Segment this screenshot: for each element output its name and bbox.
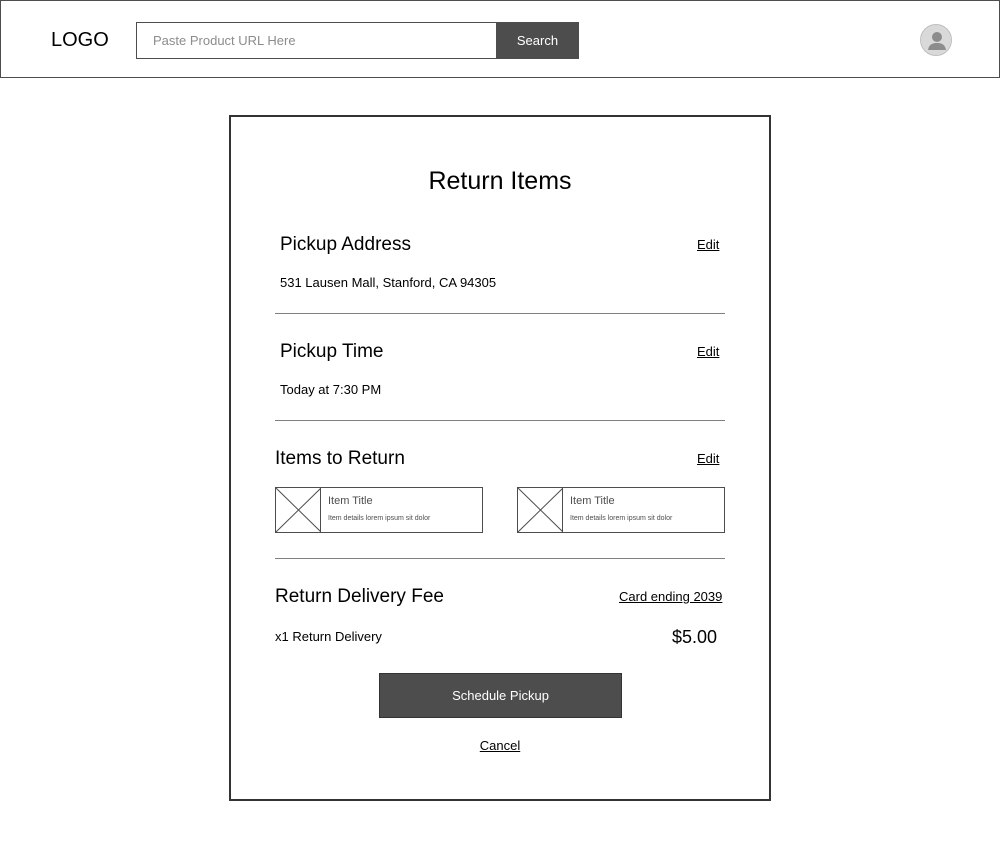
schedule-pickup-button[interactable]: Schedule Pickup bbox=[379, 673, 622, 718]
return-item-card[interactable]: Item Title Item details lorem ipsum sit … bbox=[275, 487, 483, 533]
search-input[interactable] bbox=[136, 22, 497, 59]
delivery-line-label: x1 Return Delivery bbox=[275, 629, 382, 644]
pickup-time-heading: Pickup Time bbox=[280, 341, 384, 362]
logo[interactable]: LOGO bbox=[51, 29, 109, 52]
return-items-card: Return Items Pickup Address Edit 531 Lau… bbox=[229, 115, 771, 801]
item-title: Item Title bbox=[570, 495, 615, 507]
image-placeholder-icon bbox=[517, 487, 564, 533]
pickup-time-value: Today at 7:30 PM bbox=[280, 382, 382, 397]
item-details: Item details lorem ipsum sit dolor bbox=[570, 515, 673, 522]
divider bbox=[275, 420, 725, 421]
divider bbox=[275, 558, 725, 559]
delivery-price: $5.00 bbox=[672, 627, 718, 647]
pickup-address-value: 531 Lausen Mall, Stanford, CA 94305 bbox=[280, 275, 497, 290]
divider bbox=[275, 313, 725, 314]
items-to-return-heading: Items to Return bbox=[275, 448, 405, 469]
edit-pickup-time-link[interactable]: Edit bbox=[697, 344, 719, 359]
user-avatar-icon[interactable] bbox=[920, 24, 952, 56]
return-delivery-fee-heading: Return Delivery Fee bbox=[275, 586, 444, 607]
return-item-card[interactable]: Item Title Item details lorem ipsum sit … bbox=[517, 487, 725, 533]
edit-pickup-address-link[interactable]: Edit bbox=[697, 237, 719, 252]
item-details: Item details lorem ipsum sit dolor bbox=[328, 515, 431, 522]
image-placeholder-icon bbox=[275, 487, 322, 533]
payment-card-link[interactable]: Card ending 2039 bbox=[619, 589, 722, 604]
page-title: Return Items bbox=[428, 167, 572, 195]
item-title: Item Title bbox=[328, 495, 373, 507]
search-button[interactable]: Search bbox=[496, 22, 579, 59]
edit-items-link[interactable]: Edit bbox=[697, 451, 719, 466]
top-header: LOGO Search bbox=[0, 0, 1000, 78]
cancel-link[interactable]: Cancel bbox=[231, 738, 769, 753]
pickup-address-heading: Pickup Address bbox=[280, 234, 411, 255]
